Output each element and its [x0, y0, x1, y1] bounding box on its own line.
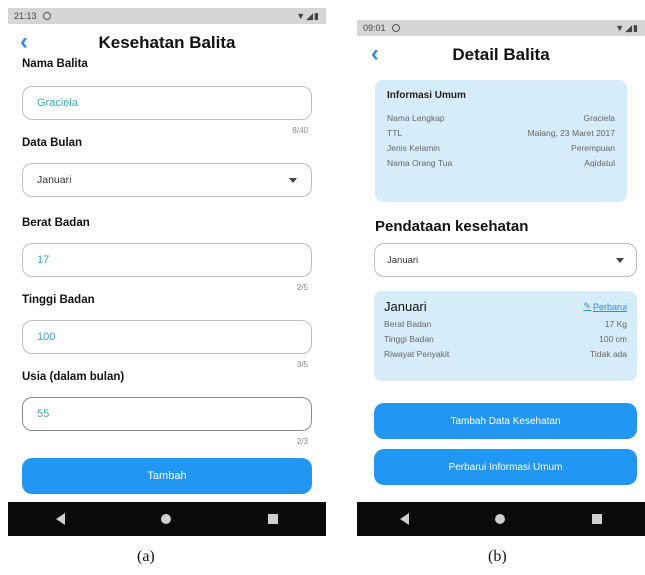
caption-a: (a) — [137, 548, 155, 565]
signal-battery-icon: ▼◢▮ — [296, 10, 320, 21]
section-title: Pendataan kesehatan — [375, 218, 529, 235]
phone-screen-b: 09:01 ▼◢▮ ‹ Detail Balita Informasi Umum… — [357, 8, 645, 536]
health-form: Nama Balita Graciela 8/40 Data Bulan Jan… — [8, 58, 326, 494]
info-row: TTL Malang, 23 Maret 2017 — [387, 128, 615, 138]
usia-counter: 2/3 — [296, 437, 308, 446]
info-row: Nama Lengkap Graciela — [387, 113, 615, 123]
nav-back-icon[interactable] — [56, 513, 66, 525]
dropdown-caret-icon — [616, 257, 624, 263]
record-label: Berat Badan — [384, 319, 432, 329]
notification-icon — [391, 24, 400, 32]
app-bar: ‹ Detail Balita — [357, 36, 645, 74]
berat-badan-value: 17 — [37, 254, 50, 266]
info-row: Nama Orang Tua Aqidatul — [387, 158, 615, 168]
app-bar: ‹ Kesehatan Balita — [8, 24, 326, 62]
data-bulan-label: Data Bulan — [22, 137, 83, 149]
month-select[interactable]: Januari — [374, 243, 637, 277]
record-row: Berat Badan 17 Kg — [384, 319, 627, 329]
berat-badan-label: Berat Badan — [22, 217, 90, 229]
nav-home-icon[interactable] — [495, 514, 506, 524]
back-arrow-icon[interactable]: ‹ — [371, 42, 379, 66]
berat-badan-input[interactable]: 17 — [22, 243, 312, 277]
status-bar: 09:01 ▼◢▮ — [357, 20, 645, 36]
nav-home-icon[interactable] — [161, 514, 172, 524]
usia-value: 55 — [37, 408, 50, 420]
informasi-umum-heading: Informasi Umum — [387, 90, 466, 101]
signal-battery-icon: ▼◢▮ — [615, 22, 639, 33]
perbarui-informasi-umum-button[interactable]: Perbarui Informasi Umum — [374, 449, 637, 485]
record-label: Riwayat Penyakit — [384, 349, 450, 359]
tinggi-badan-value: 100 — [37, 331, 56, 343]
nav-recent-icon[interactable] — [591, 514, 602, 524]
nama-balita-counter: 8/40 — [292, 126, 308, 135]
page-title: Detail Balita — [452, 45, 550, 64]
data-bulan-select[interactable]: Januari — [22, 163, 312, 197]
tambah-button[interactable]: Tambah — [22, 458, 312, 494]
nama-balita-input[interactable]: Graciela — [22, 86, 312, 120]
tambah-data-kesehatan-button[interactable]: Tambah Data Kesehatan — [374, 403, 637, 439]
info-value: Perempuan — [571, 143, 615, 153]
record-value: Tidak ada — [589, 349, 627, 359]
status-time: 21:13 — [14, 11, 37, 21]
pencil-icon: ✎ — [583, 301, 591, 311]
data-bulan-value: Januari — [37, 174, 72, 186]
nav-recent-icon[interactable] — [267, 514, 278, 524]
status-bar: 21:13 ▼◢▮ — [8, 8, 326, 24]
month-select-value: Januari — [387, 254, 419, 266]
dropdown-caret-icon — [289, 177, 297, 183]
record-value: 17 Kg — [604, 319, 627, 329]
record-value: 100 cm — [599, 334, 627, 344]
tinggi-badan-label: Tinggi Badan — [22, 294, 95, 306]
usia-input[interactable]: 55 — [22, 397, 312, 431]
info-value: Aqidatul — [584, 158, 615, 168]
phone-screen-a: 21:13 ▼◢▮ ‹ Kesehatan Balita Nama Balita… — [8, 8, 326, 536]
record-month: Januari — [384, 299, 427, 314]
nama-balita-value: Graciela — [37, 97, 78, 109]
back-arrow-icon[interactable]: ‹ — [20, 30, 28, 54]
record-row: Tinggi Badan 100 cm — [384, 334, 627, 344]
system-nav-bar — [357, 502, 645, 536]
info-label: Nama Lengkap — [387, 113, 445, 123]
info-row: Jenis Kelamin Perempuan — [387, 143, 615, 153]
notification-icon — [42, 12, 51, 20]
tinggi-badan-input[interactable]: 100 — [22, 320, 312, 354]
info-label: Nama Orang Tua — [387, 158, 453, 168]
record-row: Riwayat Penyakit Tidak ada — [384, 349, 627, 359]
info-value: Malang, 23 Maret 2017 — [527, 128, 615, 138]
record-label: Tinggi Badan — [384, 334, 434, 344]
perbarui-link[interactable]: ✎ Perbarui — [583, 301, 627, 312]
info-label: TTL — [387, 128, 403, 138]
caption-b: (b) — [488, 548, 507, 565]
informasi-umum-card: Informasi Umum Nama Lengkap Graciela TTL… — [375, 80, 627, 202]
system-nav-bar — [8, 502, 326, 536]
nav-back-icon[interactable] — [400, 513, 410, 525]
info-value: Graciela — [583, 113, 615, 123]
usia-label: Usia (dalam bulan) — [22, 371, 125, 383]
record-header: Januari ✎ Perbarui — [384, 299, 627, 314]
berat-badan-counter: 2/5 — [296, 283, 308, 292]
status-time: 09:01 — [363, 23, 386, 33]
info-label: Jenis Kelamin — [387, 143, 440, 153]
health-record-card: Januari ✎ Perbarui Berat Badan 17 Kg Tin… — [374, 291, 637, 381]
tinggi-badan-counter: 3/5 — [296, 360, 308, 369]
perbarui-label: Perbarui — [592, 301, 627, 312]
page-title: Kesehatan Balita — [98, 33, 236, 52]
